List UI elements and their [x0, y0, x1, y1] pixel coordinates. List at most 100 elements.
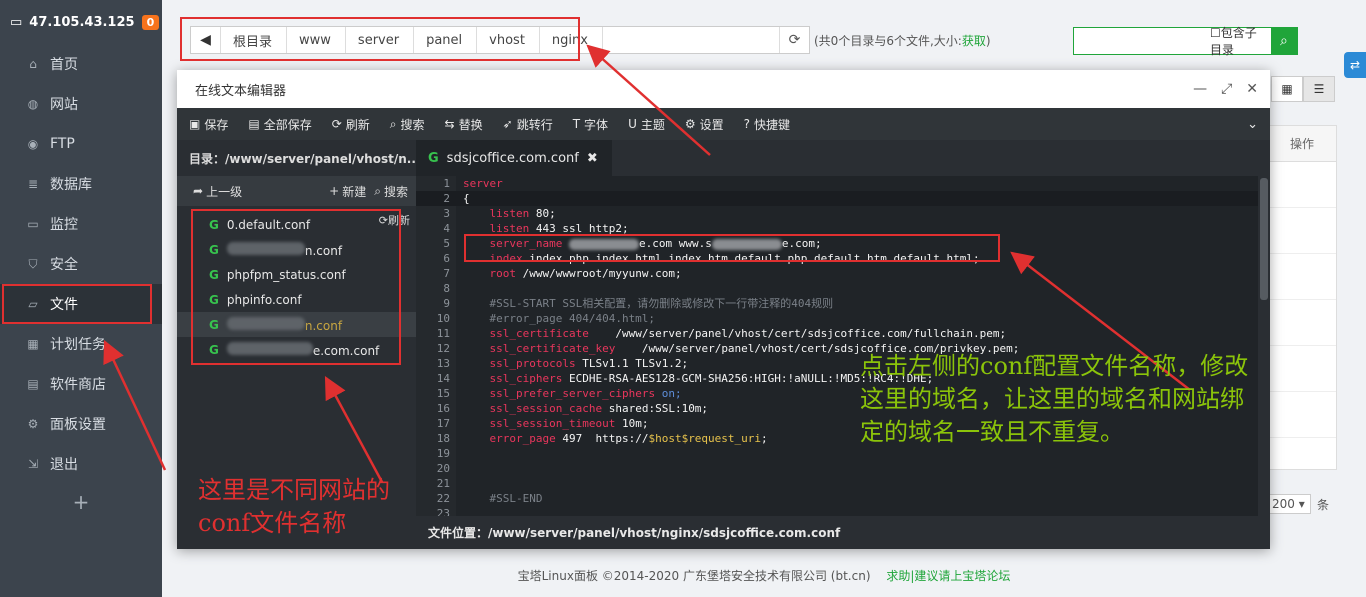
editor-toolbar-button-2[interactable]: ⟳ 刷新: [332, 116, 370, 133]
tree-file-item[interactable]: Gphpfpm_status.conf: [177, 262, 416, 287]
editor-toolbar-button-1[interactable]: ▤ 全部保存: [248, 116, 311, 133]
code-line[interactable]: 10 #error_page 404/404.html;: [416, 311, 1270, 326]
code-scrollbar[interactable]: [1258, 176, 1270, 516]
breadcrumb-item[interactable]: vhost: [477, 27, 540, 53]
font-icon: T: [572, 117, 581, 131]
back-button[interactable]: ◀: [191, 27, 221, 53]
editor-toolbar-button-5[interactable]: ➶ 跳转行: [503, 116, 553, 133]
breadcrumb-item[interactable]: 根目录: [221, 27, 288, 53]
editor-toolbar-button-6[interactable]: T 字体: [573, 116, 608, 133]
tree-file-item[interactable]: Gn.conf: [177, 237, 416, 262]
tree-new-button[interactable]: + 新建: [329, 183, 366, 200]
sidebar-item-7[interactable]: ▦ 计划任务: [0, 324, 162, 364]
sidebar-item-6[interactable]: ▱ 文件: [0, 284, 162, 324]
search-button[interactable]: ⌕: [1270, 28, 1297, 54]
code-text: listen 80;: [489, 207, 556, 220]
sidebar-item-9[interactable]: ⚙ 面板设置: [0, 404, 162, 444]
editor-toolbar-button-4[interactable]: ⇆ 替换: [445, 116, 483, 133]
code-text: error_page 497 https://$host$request_uri…: [489, 432, 768, 445]
notification-badge[interactable]: 0: [141, 14, 160, 30]
code-line[interactable]: 23: [416, 506, 1270, 516]
sidebar-item-1[interactable]: ◍ 网站: [0, 84, 162, 124]
code-line[interactable]: 3 listen 80;: [416, 206, 1270, 221]
code-line[interactable]: 11 ssl_certificate /www/server/panel/vho…: [416, 326, 1270, 341]
ftp-icon: ◉: [27, 137, 39, 151]
table-row[interactable]: [1268, 346, 1336, 392]
breadcrumb-item[interactable]: server: [346, 27, 415, 53]
code-line[interactable]: 20: [416, 461, 1270, 476]
help-icon: ?: [743, 117, 751, 131]
tree-up-button[interactable]: ➦ 上一级: [193, 183, 242, 200]
editor-toolbar-button-3[interactable]: ⌕ 搜索: [390, 116, 425, 133]
code-line[interactable]: 1 server: [416, 176, 1270, 191]
page-size-select[interactable]: 200 ▾: [1267, 494, 1311, 514]
line-number: 23: [436, 507, 450, 516]
list-icon: ☰: [1313, 82, 1325, 96]
code-line[interactable]: 5 server_name e.com www.s e.com;: [416, 236, 1270, 251]
floating-tool-icon[interactable]: ⇄: [1344, 52, 1366, 78]
refresh-path-button[interactable]: ⟳: [779, 27, 809, 53]
minimize-icon[interactable]: —: [1193, 81, 1207, 97]
tree-file-item[interactable]: Ge.com.conf: [177, 337, 416, 362]
close-tab-icon[interactable]: ✖: [587, 151, 598, 166]
line-number: 4: [443, 222, 450, 235]
table-row[interactable]: [1268, 162, 1336, 208]
maximize-icon[interactable]: ⤢: [1221, 81, 1232, 97]
close-icon[interactable]: ✕: [1246, 81, 1258, 97]
tree-refresh-button[interactable]: ⟳刷新: [379, 212, 410, 228]
list-view-button[interactable]: ☰: [1303, 76, 1335, 102]
path-input-area[interactable]: [603, 27, 779, 53]
file-icon: G: [209, 217, 219, 232]
line-number: 17: [436, 417, 450, 430]
editor-toolbar-button-0[interactable]: ▣ 保存: [189, 116, 228, 133]
editor-toolbar-button-8[interactable]: ⚙ 设置: [685, 116, 724, 133]
sidebar-item-label: 网站: [50, 97, 78, 113]
code-text: listen 443 ssl http2;: [489, 222, 629, 235]
get-size-link[interactable]: 获取: [962, 34, 986, 48]
redacted-text: [226, 341, 313, 355]
sidebar-item-10[interactable]: ⇲ 退出: [0, 444, 162, 484]
forum-link[interactable]: 求助|建议请上宝塔论坛: [886, 569, 1010, 583]
sidebar-item-3[interactable]: ≣ 数据库: [0, 164, 162, 204]
save-all-icon: ▤: [248, 117, 260, 131]
breadcrumb-item[interactable]: panel: [414, 27, 478, 53]
table-row[interactable]: [1268, 392, 1336, 438]
code-editor[interactable]: 1 server 2{3 listen 80; 4 listen 443 ssl ht…: [416, 176, 1270, 516]
table-row[interactable]: [1268, 300, 1336, 346]
breadcrumb-item[interactable]: www: [287, 27, 346, 53]
code-line[interactable]: 7 root /www/wwwroot/myyunw.com;: [416, 266, 1270, 281]
tree-search-button[interactable]: ⌕ 搜索: [374, 183, 408, 200]
code-line[interactable]: 2{: [416, 191, 1270, 206]
file-icon: G: [209, 342, 219, 357]
editor-toolbar-button-7[interactable]: U 主题: [628, 116, 665, 133]
sidebar-item-2[interactable]: ◉ FTP: [0, 124, 162, 164]
code-line[interactable]: 9 #SSL-START SSL相关配置，请勿删除或修改下一行带注释的404规则: [416, 296, 1270, 311]
theme-icon: U: [628, 117, 637, 131]
chevron-down-icon[interactable]: ⌄: [1247, 117, 1258, 132]
file-search-input[interactable]: [1080, 33, 1210, 49]
breadcrumb-item[interactable]: nginx: [540, 27, 603, 53]
sidebar-item-5[interactable]: ⛉ 安全: [0, 244, 162, 284]
table-row[interactable]: [1268, 254, 1336, 300]
grid-view-button[interactable]: ▦: [1271, 76, 1303, 102]
subdir-checkbox[interactable]: ☐包含子目录: [1210, 24, 1265, 58]
tree-file-item[interactable]: Gphpinfo.conf: [177, 287, 416, 312]
code-line[interactable]: 8: [416, 281, 1270, 296]
sidebar-item-8[interactable]: ▤ 软件商店: [0, 364, 162, 404]
add-shortcut-button[interactable]: +: [0, 484, 162, 520]
code-line[interactable]: 6 index index.php index.html index.htm d…: [416, 251, 1270, 266]
table-row[interactable]: [1268, 208, 1336, 254]
redacted-text: [226, 316, 305, 330]
code-text: #error_page 404/404.html;: [463, 312, 656, 325]
code-line[interactable]: 21: [416, 476, 1270, 491]
tab-file[interactable]: G sdsjcoffice.com.conf ✖: [416, 140, 612, 176]
sidebar-item-0[interactable]: ⌂ 首页: [0, 44, 162, 84]
code-text: ssl_certificate /www/server/panel/vhost/…: [489, 327, 1007, 340]
tree-file-item[interactable]: Gn.conf: [177, 312, 416, 337]
footer: 宝塔Linux面板 ©2014-2020 广东堡塔安全技术有限公司 (bt.cn…: [162, 567, 1366, 584]
editor-title: 在线文本编辑器: [195, 83, 287, 99]
code-line[interactable]: 22 #SSL-END: [416, 491, 1270, 506]
editor-toolbar-button-9[interactable]: ? 快捷键: [744, 116, 790, 133]
sidebar-item-4[interactable]: ▭ 监控: [0, 204, 162, 244]
code-line[interactable]: 4 listen 443 ssl http2;: [416, 221, 1270, 236]
